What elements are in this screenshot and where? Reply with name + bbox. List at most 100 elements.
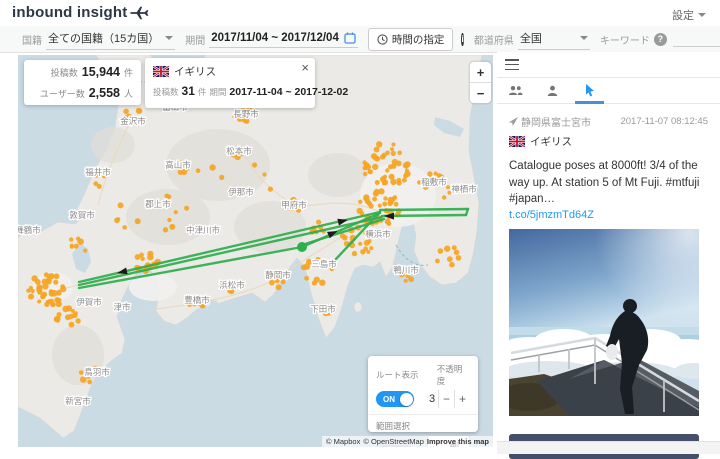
post-dot[interactable] (139, 252, 144, 258)
post-dot[interactable] (280, 279, 286, 285)
post-dot[interactable] (75, 318, 81, 324)
post-dot[interactable] (382, 201, 388, 207)
post-dot[interactable] (427, 171, 433, 177)
post-dot[interactable] (404, 161, 411, 168)
post-dot[interactable] (390, 150, 396, 156)
post-dot[interactable] (316, 219, 322, 225)
post-dot[interactable] (169, 223, 176, 230)
post-dot[interactable] (449, 261, 455, 268)
post-dot[interactable] (435, 258, 440, 264)
post-dot[interactable] (304, 275, 309, 281)
opacity-decrease-button[interactable]: − (438, 390, 454, 408)
post-dot[interactable] (453, 249, 460, 256)
post-dot[interactable] (40, 293, 46, 299)
prefecture-select[interactable]: 全国 (517, 28, 590, 50)
post-dot[interactable] (372, 196, 377, 202)
time-specify-button[interactable]: 時間の指定 (367, 27, 454, 51)
post-dot[interactable] (374, 180, 380, 185)
post-dot[interactable] (339, 233, 346, 239)
post-dot[interactable] (401, 177, 407, 183)
post-dot[interactable] (46, 276, 52, 282)
post-dot[interactable] (34, 279, 41, 285)
post-dot[interactable] (366, 238, 372, 244)
post-dot[interactable] (388, 164, 393, 170)
post-dot[interactable] (243, 118, 250, 124)
post-dot[interactable] (62, 305, 69, 313)
post-dot[interactable] (403, 173, 408, 179)
post-photo[interactable] (509, 229, 699, 417)
post-dot[interactable] (442, 195, 447, 200)
post-dot[interactable] (390, 196, 396, 202)
post-dot[interactable] (363, 194, 370, 201)
post-dot[interactable] (383, 196, 388, 201)
improve-map-link[interactable]: Improve this map (427, 437, 489, 446)
post-dot[interactable] (195, 168, 201, 173)
post-dot[interactable] (140, 256, 145, 261)
sidebar-menu-icon[interactable] (505, 59, 519, 70)
post-dot[interactable] (80, 376, 87, 383)
post-dot[interactable] (380, 176, 387, 183)
osm-attribution-link[interactable]: © OpenStreetMap (363, 437, 424, 446)
post-dot[interactable] (219, 174, 225, 180)
post-dot[interactable] (28, 285, 33, 291)
close-icon[interactable]: × (301, 60, 309, 75)
post-dot[interactable] (70, 308, 75, 313)
post-dot[interactable] (173, 210, 178, 215)
post-dot[interactable] (358, 199, 363, 204)
post-dot[interactable] (351, 250, 358, 257)
post-dot[interactable] (403, 278, 408, 283)
post-dot[interactable] (209, 164, 216, 171)
post-dot[interactable] (269, 279, 275, 286)
zoom-out-button[interactable]: − (470, 83, 491, 103)
post-dot[interactable] (123, 108, 129, 115)
post-dot[interactable] (36, 286, 43, 293)
post-dot[interactable] (69, 237, 74, 242)
post-dot[interactable] (393, 201, 399, 207)
post-dot[interactable] (114, 217, 120, 224)
post-dot[interactable] (368, 169, 373, 175)
post-dot[interactable] (366, 249, 371, 254)
post-dot[interactable] (396, 177, 402, 183)
post-dot[interactable] (319, 279, 326, 286)
post-dot[interactable] (267, 186, 273, 192)
post-dot[interactable] (51, 290, 58, 297)
post-link[interactable]: t.co/5jmzmTd64Z (509, 209, 708, 221)
map[interactable]: 富山市金沢市長野市松本市高山市福井市伊那市郡上市敦賀市中津川市舞鶴市甲府市稲敷市… (18, 55, 493, 447)
post-dot[interactable] (135, 107, 142, 114)
tab-users-group[interactable] (497, 78, 534, 103)
post-dot[interactable] (385, 168, 390, 173)
post-dot[interactable] (376, 141, 383, 148)
post-dot[interactable] (262, 172, 267, 177)
mapbox-attribution-link[interactable]: © Mapbox (326, 437, 360, 446)
post-dot[interactable] (362, 165, 367, 171)
post-dot[interactable] (83, 248, 88, 253)
zoom-in-button[interactable]: + (470, 62, 491, 83)
post-dot[interactable] (87, 379, 93, 385)
post-dot[interactable] (60, 284, 66, 289)
post-dot[interactable] (390, 178, 397, 186)
post-dot[interactable] (433, 171, 438, 176)
post-dot[interactable] (93, 181, 99, 187)
post-dot[interactable] (451, 245, 457, 251)
post-dot[interactable] (311, 280, 317, 286)
post-dot[interactable] (384, 218, 391, 225)
post-dot[interactable] (68, 313, 74, 320)
post-dot[interactable] (446, 256, 453, 262)
post-dot[interactable] (252, 162, 258, 168)
post-dot[interactable] (362, 160, 367, 165)
post-dot[interactable] (358, 241, 363, 246)
period-datepicker[interactable]: 2017/11/04 ~ 2017/12/04 (209, 30, 358, 48)
post-dot[interactable] (68, 321, 75, 328)
post-dot[interactable] (369, 246, 374, 251)
post-dot[interactable] (390, 147, 394, 152)
keyword-input[interactable] (672, 31, 720, 47)
tab-cursor[interactable] (571, 78, 608, 104)
post-dot[interactable] (77, 238, 84, 245)
post-dot[interactable] (377, 203, 382, 208)
post-dot[interactable] (122, 225, 127, 230)
settings-menu[interactable]: 設定 (672, 7, 706, 23)
tab-user[interactable] (534, 78, 571, 103)
post-dot[interactable] (37, 299, 42, 304)
post-dot[interactable] (372, 190, 379, 197)
post-dot[interactable] (395, 160, 402, 167)
